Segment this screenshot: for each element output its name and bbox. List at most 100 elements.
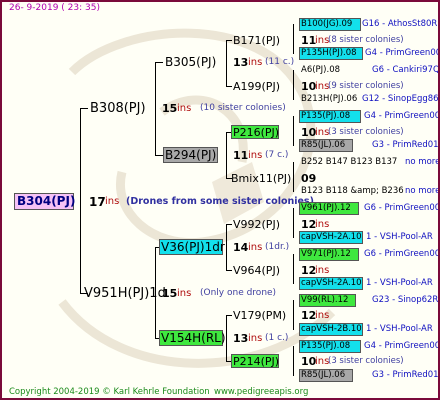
gen3-note: (3 sister colonies) <box>328 127 404 137</box>
gen2-count: 13 <box>233 332 249 345</box>
gen3-queen[interactable]: V992(PJ) <box>233 219 280 230</box>
gen4-queen[interactable]: R85(JL).06 <box>301 141 345 150</box>
bracket-line <box>226 40 227 87</box>
bracket-line <box>226 224 227 271</box>
gen3-queen[interactable]: B171(PJ) <box>233 35 280 46</box>
gen4-desc: 1 - VSH-Pool-AR <box>366 278 433 288</box>
gen2-ins: ins <box>248 57 263 68</box>
gen3-queen[interactable]: Bmix11(PJ) <box>231 173 291 184</box>
gen4-desc: 1 - VSH-Pool-AR <box>366 324 433 334</box>
gen2-note: (11 c.) <box>265 57 295 67</box>
bracket-line <box>293 300 294 330</box>
gen3-queen[interactable]: P214(PJ) <box>233 356 279 367</box>
bracket-line <box>293 162 294 192</box>
gen4-queen[interactable]: B123 B118 &amp; B236 <box>301 187 404 196</box>
copyright-text: Copyright 2004-2019 © Karl Kehrle Founda… <box>9 387 210 397</box>
gen4-desc: G12 - SinopEgg86R <box>362 94 440 104</box>
bracket-line <box>293 116 294 146</box>
bracket-line <box>226 224 232 225</box>
gen1-note: (Only one drone) <box>200 288 277 298</box>
gen1-note: (10 sister colonies) <box>200 103 286 113</box>
gen4-queen[interactable]: capVSH-2A.10 <box>301 279 362 288</box>
bracket-line <box>226 40 232 41</box>
gen2-queen[interactable]: V36(PJ)1dr <box>161 241 225 253</box>
gen4-queen[interactable]: capVSH-2B.10 <box>301 325 362 334</box>
gen4-queen[interactable]: B213H(PJ).06 <box>301 95 357 104</box>
bracket-line <box>226 86 232 87</box>
gen1-queen[interactable]: B308(PJ) <box>90 102 146 115</box>
gen2-queen[interactable]: B305(PJ) <box>165 56 216 68</box>
gen3-count: 09 <box>301 172 317 185</box>
bracket-line <box>226 315 232 316</box>
gen2-queen[interactable]: B294(PJ) <box>165 149 216 161</box>
gen3-ins: ins <box>315 219 330 230</box>
root-note: (Drones from some sister colonies) <box>126 196 314 207</box>
gen2-queen[interactable]: V154H(RL) <box>161 332 226 344</box>
gen4-queen[interactable]: P135(PJ).08 <box>301 342 350 351</box>
gen1-count: 15 <box>162 102 178 115</box>
gen3-note: (9 sister colonies) <box>328 81 404 91</box>
gen4-queen[interactable]: R85(JL).06 <box>301 371 345 380</box>
gen4-queen[interactable]: B100(JG).09 <box>301 20 352 29</box>
bracket-line <box>155 62 156 156</box>
bracket-line <box>80 108 81 294</box>
website-link[interactable]: www.pedigreeapis.org <box>214 388 308 397</box>
gen4-desc: no more <box>405 157 440 167</box>
gen4-desc: 1 - VSH-Pool-AR <box>366 232 433 242</box>
gen3-queen[interactable]: V964(PJ) <box>233 265 280 276</box>
gen4-desc: G6 - PrimGreen00 <box>364 203 440 213</box>
gen4-queen[interactable]: capVSH-2A.10 <box>301 233 362 242</box>
gen3-ins: ins <box>315 310 330 321</box>
gen4-queen[interactable]: V971(PJ).12 <box>301 250 351 259</box>
bracket-line <box>293 346 294 376</box>
gen3-queen[interactable]: A199(PJ) <box>233 81 280 92</box>
gen4-desc: G3 - PrimRed01 <box>372 370 439 380</box>
gen4-queen[interactable]: A6(PJ).08 <box>301 66 340 75</box>
gen3-note: (3 sister colonies) <box>328 356 404 366</box>
gen1-ins: ins <box>177 288 192 299</box>
gen2-ins: ins <box>248 150 263 161</box>
gen4-desc: G4 - PrimGreen00 <box>365 48 440 58</box>
gen3-ins: ins <box>315 265 330 276</box>
gen2-count: 13 <box>233 56 249 69</box>
gen4-desc: no more <box>405 186 440 196</box>
gen4-desc: G23 - Sinop62R <box>372 295 439 305</box>
bracket-line <box>155 155 163 156</box>
gen2-ins: ins <box>248 242 263 253</box>
gen3-queen[interactable]: V179(PM) <box>233 310 286 321</box>
gen1-count: 15 <box>162 287 178 300</box>
gen4-queen[interactable]: V99(RL).12 <box>301 296 348 305</box>
bracket-line <box>293 254 294 284</box>
gen3-queen[interactable]: P216(PJ) <box>233 127 279 138</box>
bracket-line <box>293 24 294 54</box>
root-count: 17 <box>89 195 106 209</box>
bracket-line <box>293 208 294 238</box>
gen1-queen[interactable]: V951H(PJ)1d <box>84 287 166 300</box>
gen2-ins: ins <box>248 333 263 344</box>
bracket-line <box>226 132 227 179</box>
gen4-queen[interactable]: V961(PJ).12 <box>301 204 351 213</box>
gen4-queen[interactable]: B252 B147 B123 B137 <box>301 158 397 167</box>
gen2-count: 11 <box>233 149 249 162</box>
gen3-note: (8 sister colonies) <box>328 35 404 45</box>
bracket-line <box>155 62 163 63</box>
gen4-desc: G4 - PrimGreen00 <box>364 341 440 351</box>
gen2-note: (1dr.) <box>265 242 290 252</box>
bracket-line <box>80 108 88 109</box>
gen1-ins: ins <box>177 103 192 114</box>
gen2-note: (7 c.) <box>265 150 289 160</box>
pedigree-frame: 26- 9-2019 ( 23: 35) B304(PJ) 17 ins (Dr… <box>0 0 440 400</box>
gen4-queen[interactable]: P135(PJ).08 <box>301 112 350 121</box>
date-stamp: 26- 9-2019 ( 23: 35) <box>9 3 100 13</box>
gen2-count: 14 <box>233 241 249 254</box>
gen4-desc: G16 - AthosSt80R <box>362 19 438 29</box>
gen4-desc: G6 - Cankiri97Q <box>372 65 440 75</box>
gen2-note: (1 c.) <box>265 333 289 343</box>
bracket-line <box>226 315 227 362</box>
gen4-queen[interactable]: P135H(PJ).08 <box>301 49 357 58</box>
root-ins: ins <box>105 196 120 207</box>
bracket-line <box>226 270 232 271</box>
root-queen[interactable]: B304(PJ) <box>17 195 75 207</box>
bracket-line <box>293 70 294 100</box>
gen4-desc: G6 - PrimGreen00 <box>364 249 440 259</box>
